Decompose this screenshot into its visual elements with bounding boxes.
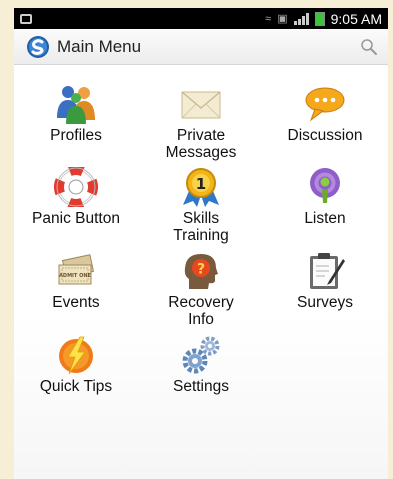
menu-item-quick-tips[interactable]: Quick Tips <box>14 335 138 395</box>
gears-icon <box>182 336 220 374</box>
menu-item-label: Private Messages <box>165 127 237 161</box>
head-question-icon: ? <box>184 254 218 289</box>
menu-item-label: Settings <box>172 378 229 395</box>
ticket-icon: ADMIT ONE <box>58 254 95 285</box>
menu-item-settings[interactable]: Settings <box>139 335 263 395</box>
menu-item-label: Skills Training <box>173 210 229 244</box>
search-icon[interactable] <box>360 38 378 56</box>
svg-text:1: 1 <box>196 175 206 193</box>
notification-icon <box>20 13 32 24</box>
nfc-icon: ▣ <box>277 13 288 25</box>
menu-item-label: Profiles <box>50 127 102 144</box>
profiles-icon <box>57 86 95 124</box>
page-title: Main Menu <box>57 36 142 56</box>
menu-item-discussion[interactable]: Discussion <box>263 84 387 144</box>
menu-item-recovery-info[interactable]: ? Recovery Info <box>139 251 263 328</box>
menu-grid: Profiles Private Messages Discussion Pan… <box>14 65 388 479</box>
menu-item-skills-training[interactable]: 1 Skills Training <box>139 167 263 244</box>
lifebuoy-icon <box>54 167 98 207</box>
clipboard-icon <box>310 253 345 289</box>
speech-bubble-icon <box>305 87 345 122</box>
signal-icon <box>293 12 309 25</box>
menu-item-label: Discussion <box>287 127 363 144</box>
envelope-icon <box>181 91 221 119</box>
status-bar: ≈ ▣ 9:05 AM <box>14 8 388 29</box>
menu-item-surveys[interactable]: Surveys <box>263 251 387 311</box>
app-logo-icon[interactable] <box>26 35 50 59</box>
menu-item-label: Surveys <box>297 294 353 311</box>
svg-text:ADMIT ONE: ADMIT ONE <box>59 273 91 279</box>
podcast-icon <box>310 168 340 203</box>
menu-item-label: Listen <box>304 210 346 227</box>
action-bar: Main Menu <box>14 29 388 65</box>
menu-item-listen[interactable]: Listen <box>263 167 387 227</box>
menu-item-panic-button[interactable]: Panic Button <box>14 167 138 227</box>
battery-icon <box>314 11 325 26</box>
menu-item-private-messages[interactable]: Private Messages <box>139 84 263 161</box>
menu-item-label: Recovery Info <box>168 294 234 328</box>
svg-text:?: ? <box>197 262 205 278</box>
phone-screen: ≈ ▣ 9:05 AM Main Menu Profiles Private M… <box>14 8 388 479</box>
menu-item-label: Events <box>52 294 100 311</box>
vibrate-icon: ≈ <box>265 12 272 25</box>
menu-item-events[interactable]: ADMIT ONE Events <box>14 251 138 311</box>
menu-item-label: Quick Tips <box>39 378 113 395</box>
lightning-icon <box>59 336 93 375</box>
medal-icon: 1 <box>183 168 219 207</box>
clock: 9:05 AM <box>330 10 382 27</box>
menu-item-profiles[interactable]: Profiles <box>14 84 138 144</box>
menu-item-label: Panic Button <box>32 210 120 227</box>
